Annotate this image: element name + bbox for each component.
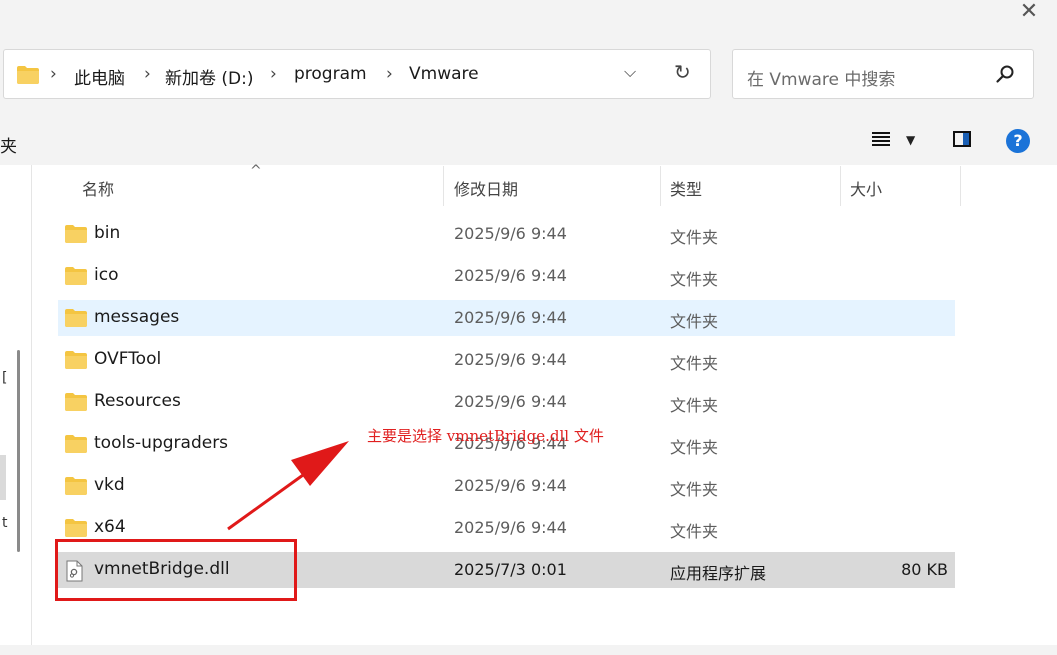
- annotation-text: 主要是选择 vmnetBridge.dll 文件: [367, 427, 604, 445]
- annotation-highlight-box: [55, 539, 297, 601]
